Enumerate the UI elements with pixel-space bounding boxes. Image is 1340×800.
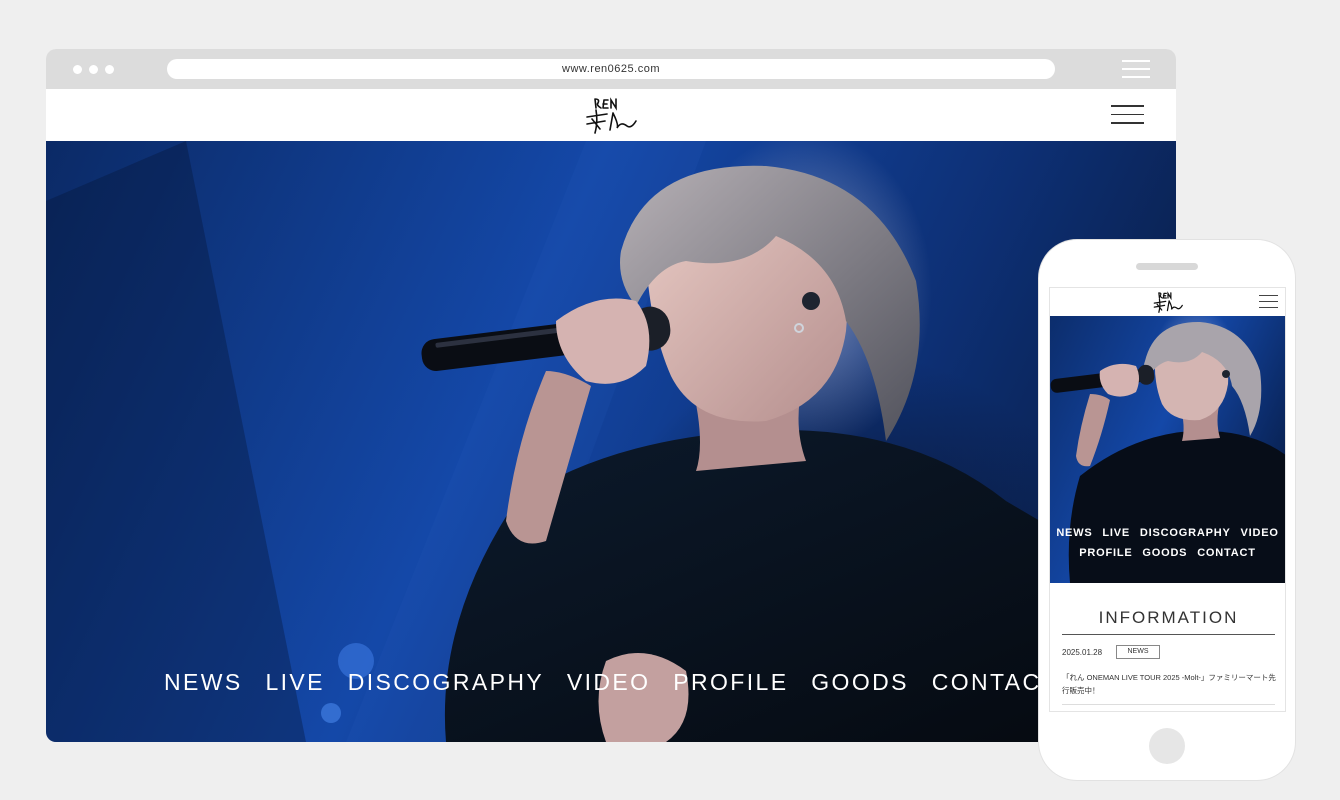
address-bar[interactable]: www.ren0625.com: [167, 59, 1055, 79]
mobile-navigation: NEWS LIVE DISCOGRAPHY VIDEO PROFILE GOOD…: [1050, 523, 1285, 563]
information-heading: INFORMATION: [1062, 608, 1275, 635]
site-menu-icon[interactable]: [1111, 105, 1144, 124]
mobile-nav-discography[interactable]: DISCOGRAPHY: [1140, 527, 1231, 539]
mobile-menu-icon[interactable]: [1259, 295, 1278, 308]
window-dot: [73, 65, 82, 74]
phone-mockup: NEWS LIVE DISCOGRAPHY VIDEO PROFILE GOOD…: [1039, 240, 1295, 780]
nav-news[interactable]: NEWS: [164, 669, 243, 695]
mobile-nav-live[interactable]: LIVE: [1102, 527, 1130, 539]
desktop-browser-mockup: www.ren0625.com NEWS LIVE DISCOGRAPHY VI…: [46, 49, 1176, 742]
mobile-nav-news[interactable]: NEWS: [1056, 527, 1092, 539]
site-header: [46, 89, 1176, 141]
mobile-ren-logo[interactable]: [1152, 290, 1184, 314]
mobile-nav-video[interactable]: VIDEO: [1240, 527, 1278, 539]
nav-video[interactable]: VIDEO: [567, 669, 651, 695]
news-divider: [1062, 704, 1275, 705]
hero-image: NEWS LIVE DISCOGRAPHY VIDEO PROFILE GOOD…: [46, 141, 1176, 742]
window-dot: [89, 65, 98, 74]
nav-goods[interactable]: GOODS: [811, 669, 909, 695]
mobile-nav-goods[interactable]: GOODS: [1142, 547, 1187, 559]
news-date: 2025.01.28: [1062, 648, 1103, 657]
browser-menu-icon[interactable]: [1122, 60, 1150, 78]
news-item-link[interactable]: 「れん ONEMAN LIVE TOUR 2025 -Molt-」ファミリーマー…: [1062, 671, 1276, 697]
nav-discography[interactable]: DISCOGRAPHY: [348, 669, 544, 695]
phone-screen: NEWS LIVE DISCOGRAPHY VIDEO PROFILE GOOD…: [1049, 287, 1286, 712]
ren-logo[interactable]: [583, 95, 639, 135]
phone-home-button: [1149, 728, 1185, 764]
news-category-badge[interactable]: NEWS: [1116, 645, 1160, 659]
browser-toolbar: www.ren0625.com: [46, 49, 1176, 89]
phone-speaker: [1136, 263, 1198, 270]
mobile-nav-profile[interactable]: PROFILE: [1079, 547, 1132, 559]
mobile-header: [1050, 288, 1285, 317]
mobile-hero-image: NEWS LIVE DISCOGRAPHY VIDEO PROFILE GOOD…: [1050, 316, 1285, 583]
nav-profile[interactable]: PROFILE: [673, 669, 788, 695]
hero-navigation: NEWS LIVE DISCOGRAPHY VIDEO PROFILE GOOD…: [46, 669, 1176, 696]
nav-live[interactable]: LIVE: [265, 669, 324, 695]
window-dot: [105, 65, 114, 74]
singer-illustration: [46, 141, 1176, 742]
mobile-nav-contact[interactable]: CONTACT: [1197, 547, 1256, 559]
